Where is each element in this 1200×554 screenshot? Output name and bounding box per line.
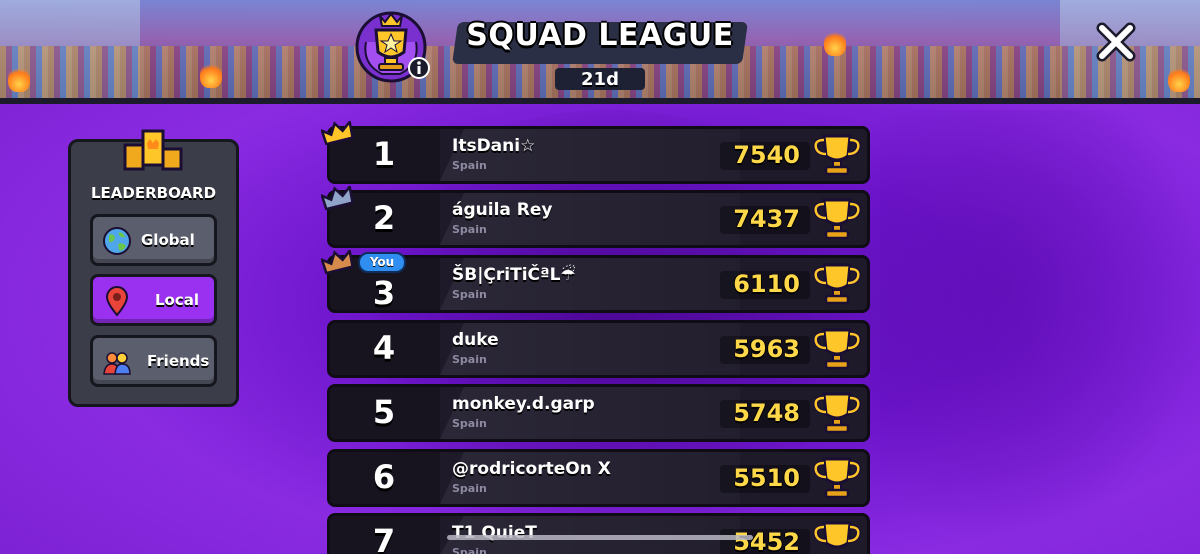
player-name: ŠB|ÇriTiČªL☔ (452, 265, 576, 285)
trophy-icon (813, 521, 861, 549)
row-rank: 6 (372, 458, 396, 496)
row-rank: 3 (372, 274, 396, 312)
close-icon[interactable] (1094, 20, 1138, 64)
trophy-icon (813, 263, 861, 305)
player-name: monkey.d.garp (452, 394, 595, 414)
player-name: ItsDani☆ (452, 136, 536, 156)
player-country: Spain (452, 288, 487, 301)
friends-icon (103, 352, 131, 375)
info-icon[interactable] (407, 56, 431, 80)
leaderboard-row-you[interactable]: 3 ŠB|ÇriTiČªL☔ Spain 6110 (327, 255, 870, 313)
sidebar-item-label: Friends (147, 352, 210, 370)
torch-icon (8, 66, 30, 92)
trophy-icon (813, 457, 861, 499)
player-score: 5963 (733, 335, 800, 363)
sidebar-item-friends[interactable]: Friends (90, 335, 217, 387)
player-name: T1 QuieT (452, 523, 537, 543)
player-country: Spain (452, 482, 487, 495)
row-rank: 4 (372, 329, 396, 367)
leaderboard-row[interactable]: 4 duke Spain 5963 (327, 320, 870, 378)
player-country: Spain (452, 546, 487, 554)
trophy-icon (813, 134, 861, 176)
leaderboard-row[interactable]: 6 @rodricorteOn X Spain 5510 (327, 449, 870, 507)
torch-icon (1168, 66, 1190, 92)
leaderboard-row[interactable]: 7 T1 QuieT Spain 5452 (327, 513, 870, 554)
background-swirl-right (880, 110, 1200, 554)
gold-crown-icon (321, 121, 354, 145)
leaderboard-row[interactable]: 5 monkey.d.garp Spain 5748 (327, 384, 870, 442)
league-timer: 21d (581, 69, 619, 90)
player-score: 5510 (733, 464, 800, 492)
scrollbar[interactable] (447, 535, 753, 540)
map-pin-icon (105, 286, 129, 317)
player-name: duke (452, 330, 499, 350)
you-badge: You (358, 252, 406, 273)
torch-icon (824, 30, 846, 56)
player-name: águila Rey (452, 200, 553, 220)
torch-icon (200, 62, 222, 88)
player-score: 7540 (733, 141, 800, 169)
silver-crown-icon (321, 186, 354, 210)
player-name: @rodricorteOn X (452, 459, 611, 479)
leaderboard-row[interactable]: 1 ItsDani☆ Spain 7540 (327, 126, 870, 184)
sidebar-item-local[interactable]: Local (90, 274, 217, 326)
player-country: Spain (452, 159, 487, 172)
leaderboard-row[interactable]: 2 águila Rey Spain 7437 (327, 190, 870, 248)
player-score: 6110 (733, 270, 800, 298)
bronze-crown-icon (321, 250, 354, 274)
sidebar-item-label: Local (155, 291, 200, 309)
player-score: 5452 (733, 528, 800, 554)
row-rank: 5 (372, 393, 396, 431)
globe-icon (103, 227, 131, 255)
player-country: Spain (452, 223, 487, 236)
player-country: Spain (452, 353, 487, 366)
page-title: SQUAD LEAGUE (466, 18, 734, 53)
row-rank: 7 (372, 522, 396, 554)
player-country: Spain (452, 417, 487, 430)
player-score: 7437 (733, 205, 800, 233)
banner-divider (0, 98, 1200, 104)
trophy-icon (813, 328, 861, 370)
trophy-icon (813, 198, 861, 240)
sidebar-item-global[interactable]: Global (90, 214, 217, 266)
leaderboard-title: LEADERBOARD (90, 184, 217, 202)
leaderboard-podium-icon (123, 129, 183, 171)
trophy-icon (813, 392, 861, 434)
sidebar-item-label: Global (141, 231, 195, 249)
player-score: 5748 (733, 399, 800, 427)
